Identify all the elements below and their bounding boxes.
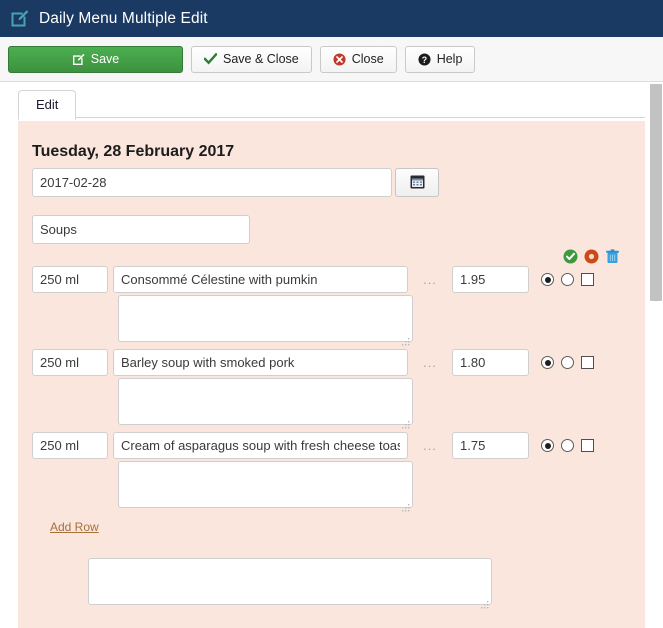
item-price-input[interactable]: [452, 266, 529, 293]
row-options: [541, 273, 594, 286]
bottom-note-textarea[interactable]: [88, 558, 492, 605]
table-row: ...: [32, 266, 631, 293]
cancel-icon[interactable]: [584, 249, 599, 267]
item-option-b-radio[interactable]: [561, 439, 574, 452]
row-separator: ...: [423, 272, 437, 287]
question-circle-icon: ?: [418, 52, 431, 66]
table-row: ...: [32, 349, 631, 376]
row-action-toolbar: [563, 249, 620, 267]
row-separator: ...: [423, 355, 437, 370]
item-flag-checkbox[interactable]: [581, 356, 594, 369]
item-option-a-radio[interactable]: [541, 356, 554, 369]
page-title: Tuesday, 28 February 2017: [32, 143, 235, 160]
calendar-icon: [410, 174, 425, 192]
item-price-input[interactable]: [452, 432, 529, 459]
daily-menu-panel: Tuesday, 28 February 2017 2017-02-28 Sou…: [18, 121, 645, 628]
save-button-label: Save: [90, 52, 120, 66]
help-button[interactable]: ? Help: [404, 45, 476, 73]
delete-icon[interactable]: [605, 249, 620, 267]
save-and-close-button-label: Save & Close: [223, 52, 299, 66]
item-description-textarea[interactable]: [118, 295, 413, 342]
item-quantity-input[interactable]: [32, 266, 108, 293]
save-button[interactable]: Save: [8, 45, 183, 73]
window-titlebar: Daily Menu Multiple Edit: [0, 0, 663, 37]
tab-edit[interactable]: Edit: [18, 90, 77, 120]
date-field-row: [32, 168, 631, 197]
item-name-input[interactable]: [113, 432, 408, 459]
menu-items-list: ... ...: [32, 249, 631, 534]
item-option-b-radio[interactable]: [561, 356, 574, 369]
item-description-row: [32, 378, 631, 429]
date-picker-button[interactable]: [395, 168, 439, 197]
window-title: Daily Menu Multiple Edit: [39, 9, 208, 27]
confirm-icon[interactable]: [563, 249, 578, 267]
close-circle-icon: [333, 52, 346, 66]
toolbar: Save Save & Close Close ? Help: [0, 37, 663, 82]
item-flag-checkbox[interactable]: [581, 273, 594, 286]
add-row-link[interactable]: Add Row: [50, 520, 99, 534]
item-description-textarea[interactable]: [118, 378, 413, 425]
vertical-scrollbar-thumb[interactable]: [650, 84, 662, 301]
date-input[interactable]: [32, 168, 392, 197]
help-button-label: Help: [436, 52, 463, 66]
item-quantity-input[interactable]: [32, 349, 108, 376]
item-name-input[interactable]: [113, 349, 408, 376]
item-description-row: [32, 295, 631, 346]
item-description-row: [32, 461, 631, 512]
item-option-b-radio[interactable]: [561, 273, 574, 286]
close-button[interactable]: Close: [319, 45, 397, 73]
checkmark-icon: [204, 53, 217, 65]
close-button-label: Close: [351, 52, 384, 66]
row-options: [541, 356, 594, 369]
item-flag-checkbox[interactable]: [581, 439, 594, 452]
bottom-note-row: [88, 558, 631, 609]
table-row: ...: [32, 432, 631, 459]
svg-text:?: ?: [422, 54, 427, 64]
tab-strip: Edit: [0, 82, 663, 120]
item-option-a-radio[interactable]: [541, 273, 554, 286]
item-price-input[interactable]: [452, 349, 529, 376]
item-description-textarea[interactable]: [118, 461, 413, 508]
tab-edit-label: Edit: [36, 97, 59, 112]
edit-pencil-square-icon: [10, 9, 29, 28]
item-quantity-input[interactable]: [32, 432, 108, 459]
item-option-a-radio[interactable]: [541, 439, 554, 452]
row-separator: ...: [423, 438, 437, 453]
row-options: [541, 439, 594, 452]
menu-group-input[interactable]: [32, 215, 250, 244]
edit-pencil-square-icon: [72, 53, 85, 66]
item-name-input[interactable]: [113, 266, 408, 293]
save-and-close-button[interactable]: Save & Close: [191, 45, 312, 73]
